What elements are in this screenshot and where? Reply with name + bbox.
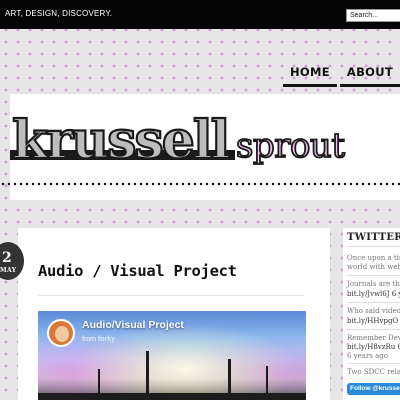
video-byline: from forky bbox=[82, 336, 115, 343]
twitter-widget: TWITTER Once upon a tin world with webs … bbox=[343, 228, 400, 400]
nav-about-link[interactable]: ABOUT bbox=[339, 62, 400, 87]
tweet-timestamp: 6 years ago bbox=[347, 352, 388, 360]
sidebar-rule bbox=[347, 363, 400, 364]
logo-dotted-rule bbox=[0, 182, 400, 186]
sidebar-rule bbox=[347, 275, 400, 276]
date-day: 2 bbox=[2, 250, 12, 266]
tweet-link[interactable]: bit.ly/HHvpgO bbox=[347, 317, 398, 326]
logo-wordmark: krussell sprout bbox=[10, 110, 347, 172]
post-divider bbox=[38, 295, 304, 296]
tweet-text: Remember Devi bbox=[347, 334, 400, 342]
tweet-link[interactable]: bit.ly/Jvwl6J 6 y bbox=[347, 290, 400, 299]
twitter-heading: TWITTER bbox=[347, 232, 400, 243]
tweet-text: Who said video bbox=[347, 307, 400, 315]
tweet-link[interactable]: bit.ly/H8vzRu 6 bbox=[347, 343, 400, 352]
post-title[interactable]: Audio / Visual Project bbox=[38, 262, 237, 280]
site-tagline: ART, DESIGN, DISCOVERY. bbox=[5, 9, 113, 18]
video-title[interactable]: Audio/Visual Project bbox=[82, 319, 184, 331]
twitter-follow-button[interactable]: Follow @krusse bbox=[347, 383, 400, 395]
video-embed[interactable]: Audio/Visual Project from forky bbox=[38, 311, 306, 400]
follow-button-label: Follow @krusse bbox=[350, 385, 400, 392]
logo-text-krussell: krussell bbox=[12, 110, 230, 171]
nav-home-link[interactable]: HOME bbox=[282, 62, 337, 87]
sidebar-rule bbox=[347, 302, 400, 303]
top-bar: ART, DESIGN, DISCOVERY. Search... bbox=[0, 0, 400, 29]
video-author-link[interactable]: forky bbox=[98, 336, 115, 343]
site-logo[interactable]: krussell sprout bbox=[10, 110, 400, 174]
search-input[interactable]: Search... bbox=[346, 9, 400, 22]
author-avatar[interactable] bbox=[47, 319, 75, 347]
tweet-text: Once upon a tin bbox=[347, 254, 400, 262]
tree-line bbox=[38, 393, 306, 400]
tweet-text: world with webs bbox=[347, 263, 400, 271]
date-month: MAY bbox=[0, 267, 17, 274]
sidebar-rule bbox=[347, 329, 400, 330]
tweet-text: Journals are the bbox=[347, 280, 400, 288]
main-nav: HOME ABOUT bbox=[282, 62, 400, 87]
sidebar-rule bbox=[347, 246, 400, 247]
logo-text-sprout: sprout bbox=[236, 126, 345, 166]
search-placeholder: Search... bbox=[350, 12, 379, 19]
tweet-text: Two SDCC relat bbox=[347, 368, 400, 376]
video-from-label: from bbox=[82, 336, 96, 343]
